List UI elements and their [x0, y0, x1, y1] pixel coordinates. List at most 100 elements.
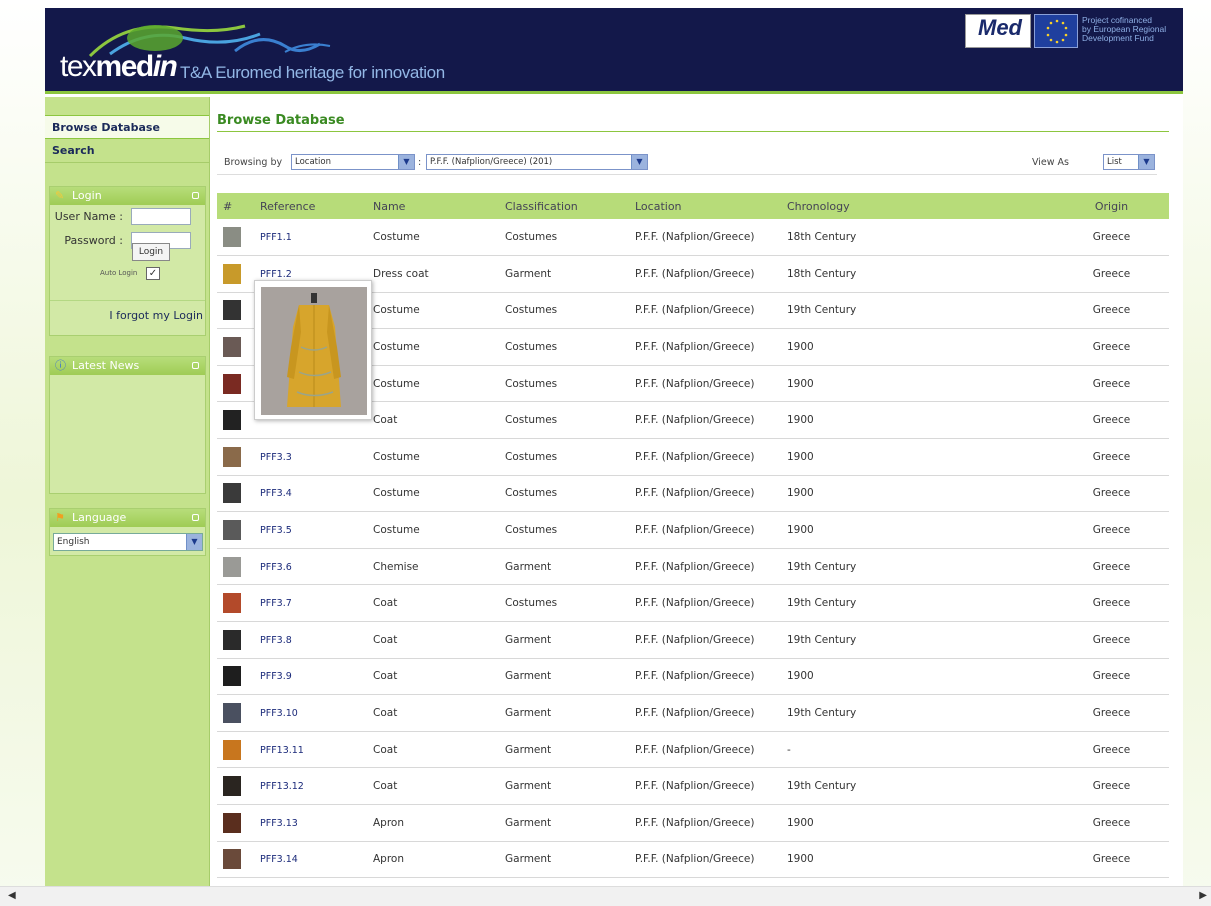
reference-link[interactable]: PFF3.13 — [260, 818, 298, 829]
location-cell: P.F.F. (Nafplion/Greece) — [635, 414, 755, 427]
reference-link[interactable]: PFF1.2 — [260, 269, 292, 280]
table-row[interactable]: PFF3.3 Costume Costumes P.F.F. (Nafplion/Gr… — [217, 439, 1169, 476]
minimize-icon[interactable] — [192, 362, 199, 369]
reference-link[interactable]: PFF3.5 — [260, 525, 292, 536]
row-thumbnail-cell — [217, 439, 254, 476]
table-row[interactable]: PFF3.8 Coat Garment P.F.F. (Nafplion/Greece… — [217, 622, 1169, 659]
sidebar-item-search[interactable]: Search — [45, 139, 209, 163]
login-panel-header[interactable]: ✎ Login — [50, 187, 205, 205]
reference-cell: PFF3.6 — [254, 548, 367, 585]
forgot-login-link[interactable]: I forgot my Login — [109, 309, 203, 322]
chevron-down-icon[interactable]: ▼ — [1138, 155, 1154, 169]
reference-link[interactable]: PFF3.6 — [260, 562, 292, 573]
row-thumbnail-cell — [217, 805, 254, 842]
login-button[interactable]: Login — [132, 243, 170, 261]
row-thumbnail-cell — [217, 658, 254, 695]
location-cell: P.F.F. (Nafplion/Greece) — [635, 487, 755, 500]
username-input[interactable] — [131, 208, 191, 225]
item-thumbnail[interactable] — [223, 263, 241, 284]
reference-link[interactable]: PFF3.4 — [260, 488, 292, 499]
table-row[interactable]: PFF3.9 Coat Garment P.F.F. (Nafplion/Greece… — [217, 658, 1169, 695]
auto-login-checkbox[interactable]: ✓ — [146, 267, 160, 280]
latest-news-header[interactable]: ⓘ Latest News — [50, 357, 205, 375]
column-header-classification[interactable]: Classification — [499, 193, 629, 219]
item-thumbnail[interactable] — [223, 520, 241, 541]
item-thumbnail[interactable] — [223, 776, 241, 797]
reference-link[interactable]: PFF3.7 — [260, 598, 292, 609]
texmedin-logo-text[interactable]: texmedin — [60, 50, 178, 84]
minimize-icon[interactable] — [192, 514, 199, 521]
table-row[interactable]: PFF1.1 Costume Costumes P.F.F. (Nafplion/Gr… — [217, 219, 1169, 256]
table-row[interactable]: PFF3.5 Costume Costumes P.F.F. (Nafplion/Gr… — [217, 512, 1169, 549]
item-thumbnail[interactable] — [223, 629, 241, 650]
item-thumbnail[interactable] — [223, 849, 241, 870]
origin-cell: Greece — [1092, 377, 1131, 390]
column-header-reference[interactable]: Reference — [254, 193, 367, 219]
column-header-origin[interactable]: Origin — [1054, 193, 1169, 219]
name-cell: Coat — [373, 597, 398, 610]
table-row[interactable]: PFF13.12 Coat Garment P.F.F. (Nafplion/Gree… — [217, 768, 1169, 805]
reference-cell: PFF3.7 — [254, 585, 367, 622]
row-thumbnail-cell — [217, 512, 254, 549]
location-value: P.F.F. (Nafplion/Greece) (201) — [430, 157, 553, 167]
item-thumbnail[interactable] — [223, 446, 241, 467]
table-row[interactable]: PFF3.14 Apron Garment P.F.F. (Nafplion/Gree… — [217, 841, 1169, 878]
view-as-select[interactable]: List ▼ — [1103, 154, 1155, 170]
table-row[interactable]: PFF3.10 Coat Garment P.F.F. (Nafplion/Greec… — [217, 695, 1169, 732]
horizontal-scrollbar[interactable]: ◀ ▶ — [0, 886, 1211, 906]
item-thumbnail[interactable] — [223, 410, 241, 431]
item-thumbnail[interactable] — [223, 227, 241, 248]
scroll-right-icon[interactable]: ▶ — [1199, 890, 1207, 901]
item-thumbnail[interactable] — [223, 593, 241, 614]
language-select[interactable]: English ▼ — [53, 533, 203, 551]
chevron-down-icon[interactable]: ▼ — [631, 155, 647, 169]
main-content: Browse Database Browsing by Location ▼ :… — [217, 97, 1169, 886]
reference-link[interactable]: PFF13.12 — [260, 781, 304, 792]
item-thumbnail[interactable] — [223, 812, 241, 833]
column-header-number[interactable]: # — [217, 193, 254, 219]
location-cell: P.F.F. (Nafplion/Greece) — [635, 524, 755, 537]
item-thumbnail[interactable] — [223, 337, 241, 358]
item-thumbnail[interactable] — [223, 373, 241, 394]
reference-link[interactable]: PFF1.1 — [260, 232, 292, 243]
reference-link[interactable]: PFF3.14 — [260, 854, 298, 865]
reference-link[interactable]: PFF13.11 — [260, 745, 304, 756]
reference-link[interactable]: PFF3.8 — [260, 635, 292, 646]
auto-login-label: Auto Login — [100, 269, 138, 277]
name-cell: Coat — [373, 707, 398, 720]
table-row[interactable]: PFF13.11 Coat Garment P.F.F. (Nafplion/Gree… — [217, 731, 1169, 768]
item-thumbnail[interactable] — [223, 300, 241, 321]
sidebar-item-browse-database[interactable]: Browse Database — [45, 115, 209, 139]
reference-link[interactable]: PFF3.10 — [260, 708, 298, 719]
location-select[interactable]: P.F.F. (Nafplion/Greece) (201) ▼ — [426, 154, 648, 170]
name-cell: Costume — [373, 524, 420, 537]
browse-by-value: Location — [295, 157, 331, 167]
scroll-left-icon[interactable]: ◀ — [8, 890, 16, 901]
item-thumbnail[interactable] — [223, 703, 241, 724]
classification-cell: Costumes — [505, 377, 558, 390]
reference-cell: PFF1.1 — [254, 219, 367, 256]
language-panel-header[interactable]: ⚑ Language — [50, 509, 205, 527]
classification-cell: Garment — [505, 670, 552, 683]
table-row[interactable]: PFF3.13 Apron Garment P.F.F. (Nafplion/Gree… — [217, 805, 1169, 842]
item-thumbnail[interactable] — [223, 483, 241, 504]
table-row[interactable]: PFF3.7 Coat Costumes P.F.F. (Nafplion/Greec… — [217, 585, 1169, 622]
table-row[interactable]: PFF3.4 Costume Costumes P.F.F. (Nafplion/Gr… — [217, 475, 1169, 512]
column-header-chronology[interactable]: Chronology — [781, 193, 1054, 219]
chevron-down-icon[interactable]: ▼ — [186, 534, 202, 550]
location-cell: P.F.F. (Nafplion/Greece) — [635, 267, 755, 280]
table-row[interactable]: PFF3.6 Chemise Garment P.F.F. (Nafplion/Gre… — [217, 548, 1169, 585]
chevron-down-icon[interactable]: ▼ — [398, 155, 414, 169]
name-cell: Costume — [373, 377, 420, 390]
column-header-name[interactable]: Name — [367, 193, 499, 219]
minimize-icon[interactable] — [192, 192, 199, 199]
column-header-location[interactable]: Location — [629, 193, 781, 219]
chronology-cell: 19th Century — [787, 304, 857, 317]
item-thumbnail[interactable] — [223, 556, 241, 577]
reference-link[interactable]: PFF3.3 — [260, 452, 292, 463]
item-thumbnail[interactable] — [223, 666, 241, 687]
item-thumbnail[interactable] — [223, 739, 241, 760]
row-thumbnail-cell — [217, 841, 254, 878]
reference-link[interactable]: PFF3.9 — [260, 671, 292, 682]
browse-by-select[interactable]: Location ▼ — [291, 154, 415, 170]
